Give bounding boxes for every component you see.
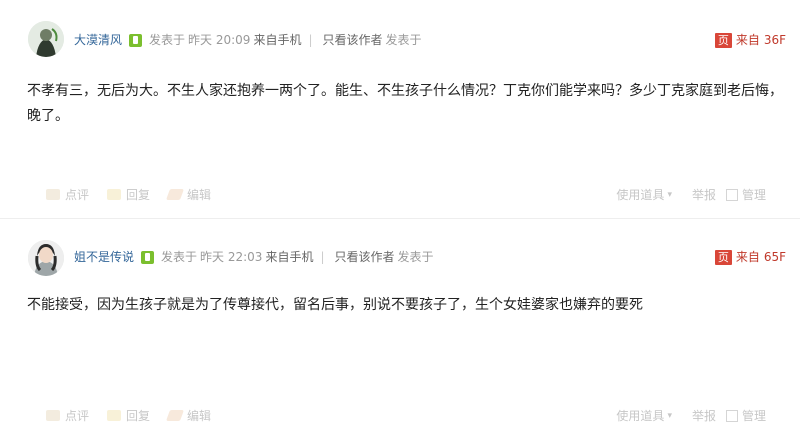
reply-icon (107, 410, 122, 421)
floor-info: 页 来自 36F (714, 32, 786, 48)
comment-icon (46, 410, 60, 421)
avatar-image (28, 240, 64, 276)
pencil-icon (166, 189, 185, 200)
only-author-link[interactable]: 只看该作者 (323, 32, 383, 48)
posted-label: 发表于 (149, 33, 186, 47)
posted-label-2: 发表于 (397, 250, 434, 264)
post-content: 不能接受，因为生孩子就是为了传尊接代，留名后事，别说不要孩子了，生个女娃婆家也嫌… (27, 297, 643, 313)
comment-button[interactable]: 点评 (46, 407, 89, 424)
post-actions: 点评 回复 编辑 (46, 186, 229, 203)
manage-label: 管理 (741, 409, 766, 423)
use-tools-dropdown[interactable]: 使用道具 (616, 407, 664, 424)
username-link[interactable]: 大漠清风 (74, 32, 122, 48)
posted-label-2: 发表于 (385, 33, 422, 47)
floor-from: 来自 (735, 33, 760, 47)
reply-icon (107, 189, 122, 200)
comment-label: 点评 (65, 409, 90, 423)
edit-label: 编辑 (187, 409, 212, 423)
floor-source-icon: 页 (714, 249, 732, 265)
manage-checkbox[interactable] (725, 188, 738, 201)
reply-button[interactable]: 回复 (107, 186, 150, 203)
chevron-down-icon: ▾ (667, 410, 672, 421)
divider: | (320, 250, 325, 264)
comment-label: 点评 (65, 188, 90, 202)
post: 大漠清风 发表于 昨天 20:09 来自手机 | 只看该作者 发表于 页 来自 … (0, 0, 800, 218)
reply-button[interactable]: 回复 (107, 407, 150, 424)
post-meta: 姐不是传说 发表于 昨天 22:03 来自手机 | 只看该作者 发表于 (74, 249, 434, 265)
use-tools-dropdown[interactable]: 使用道具 (616, 186, 664, 203)
divider: | (308, 33, 313, 47)
post-tools: 使用道具 ▾ 举报 管理 (616, 186, 766, 203)
edit-button[interactable]: 编辑 (166, 407, 212, 424)
post-time: 昨天 20:09 (188, 33, 251, 47)
avatar-image (28, 21, 64, 57)
avatar[interactable] (28, 21, 64, 57)
post: 姐不是传说 发表于 昨天 22:03 来自手机 | 只看该作者 发表于 页 来自… (0, 218, 800, 423)
post-source: 来自手机 (265, 250, 314, 264)
post-time: 昨天 22:03 (200, 250, 263, 264)
post-content: 不孝有三，无后为大。不生人家还抱养一两个了。能生、不生孩子什么情况？丁克你们能学… (27, 83, 783, 124)
avatar[interactable] (28, 240, 64, 276)
username-link[interactable]: 姐不是传说 (74, 249, 134, 265)
floor-number[interactable]: 65F (764, 249, 786, 265)
user-level-icon (141, 250, 155, 264)
only-author-link[interactable]: 只看该作者 (335, 249, 395, 265)
pencil-icon (166, 410, 185, 421)
post-tools: 使用道具 ▾ 举报 管理 (616, 407, 766, 424)
chevron-down-icon: ▾ (667, 189, 672, 200)
post-actions: 点评 回复 编辑 (46, 407, 229, 424)
reply-label: 回复 (126, 188, 151, 202)
user-level-icon (129, 33, 143, 47)
edit-button[interactable]: 编辑 (166, 186, 212, 203)
report-link[interactable]: 举报 (692, 407, 716, 424)
floor-source-icon: 页 (714, 32, 732, 48)
post-meta: 大漠清风 发表于 昨天 20:09 来自手机 | 只看该作者 发表于 (74, 32, 422, 48)
post-source: 来自手机 (253, 33, 302, 47)
report-link[interactable]: 举报 (692, 186, 716, 203)
floor-from: 来自 (735, 250, 760, 264)
reply-label: 回复 (126, 409, 151, 423)
floor-info: 页 来自 65F (714, 249, 786, 265)
comment-icon (46, 189, 60, 200)
edit-label: 编辑 (187, 188, 212, 202)
manage-checkbox[interactable] (725, 409, 738, 422)
manage-label: 管理 (741, 188, 766, 202)
floor-number[interactable]: 36F (764, 32, 786, 48)
comment-button[interactable]: 点评 (46, 186, 89, 203)
posted-label: 发表于 (161, 250, 198, 264)
